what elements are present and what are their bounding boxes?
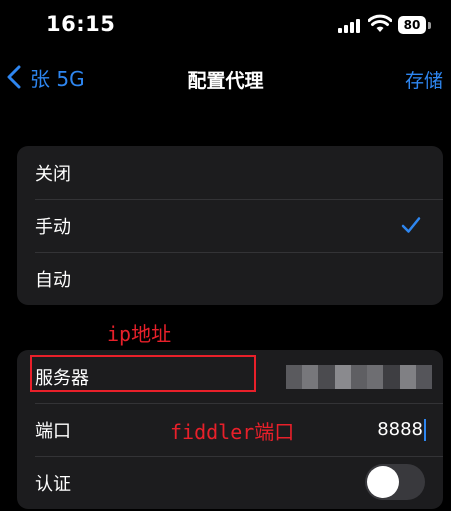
port-value: 8888	[377, 418, 423, 440]
text-caret	[424, 418, 426, 441]
battery-tip	[428, 22, 431, 29]
auth-toggle[interactable]	[365, 464, 425, 500]
save-button[interactable]: 存储	[405, 66, 443, 93]
cellular-signal-icon	[338, 17, 362, 33]
toggle-knob	[367, 466, 399, 498]
status-time: 16:15	[46, 12, 116, 36]
mode-option-auto[interactable]: 自动	[17, 252, 443, 305]
wifi-icon	[368, 14, 392, 32]
proxy-mode-group: 关闭 手动 自动	[17, 146, 443, 305]
status-bar: 16:15 80	[0, 0, 451, 52]
mode-label: 手动	[35, 216, 71, 238]
navigation-bar: 张 5G 配置代理 存储	[0, 52, 451, 104]
page-title: 配置代理	[187, 70, 264, 92]
mode-option-off[interactable]: 关闭	[17, 146, 443, 199]
port-input[interactable]: 8888	[377, 418, 426, 441]
server-highlight-box	[30, 355, 256, 392]
mode-option-manual[interactable]: 手动	[17, 199, 443, 252]
mode-label: 自动	[35, 269, 71, 291]
annotation-fiddler-port: fiddler端口	[170, 420, 295, 444]
mode-label: 关闭	[35, 163, 71, 185]
auth-row: 认证	[17, 456, 443, 509]
port-label: 端口	[35, 420, 71, 442]
annotation-ip-address: ip地址	[107, 322, 172, 346]
auth-label: 认证	[35, 473, 71, 495]
checkmark-icon	[401, 217, 421, 233]
server-address-redacted[interactable]	[286, 365, 432, 389]
battery-icon: 80	[398, 16, 426, 34]
